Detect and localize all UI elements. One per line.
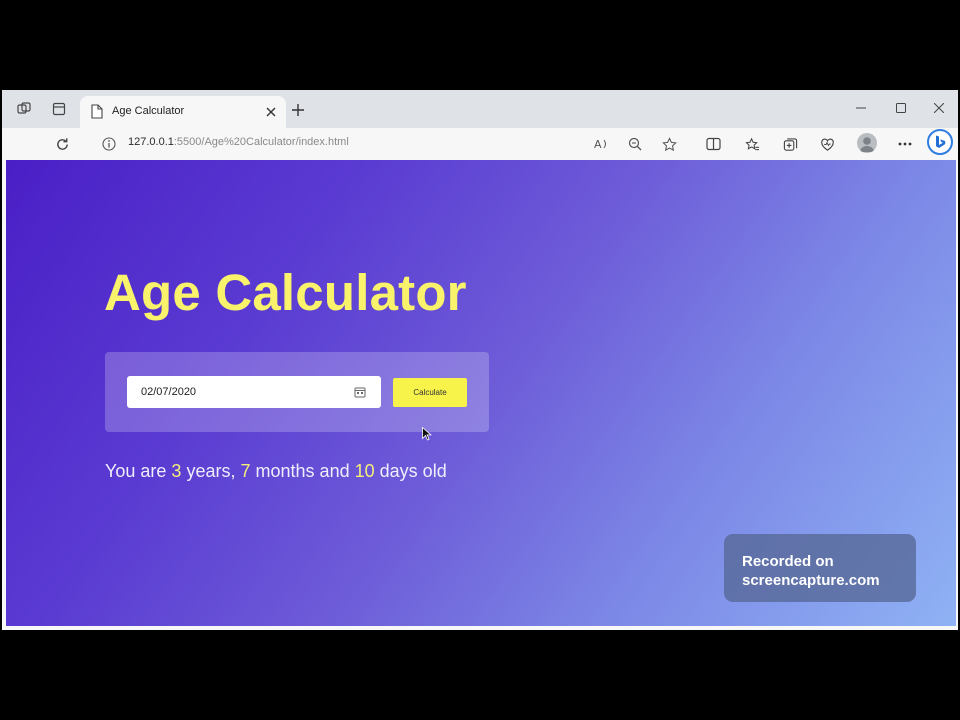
close-tab-icon[interactable] — [262, 103, 280, 121]
result-months: 7 — [240, 461, 251, 481]
tab-age-calculator[interactable]: Age Calculator — [80, 96, 286, 128]
result-days-label: days old — [379, 461, 447, 481]
calculate-button[interactable]: Calculate — [393, 378, 467, 407]
site-info-icon[interactable] — [100, 135, 118, 153]
url-host: 127.0.0.1 — [128, 136, 174, 148]
address-bar-row: 127.0.0.1:5500/Age%20Calculator/index.ht… — [2, 128, 958, 160]
result-years-label: years, — [186, 461, 236, 481]
age-result: You are 3 years, 7 months and 10 days ol… — [105, 461, 447, 482]
more-options-icon[interactable] — [896, 135, 914, 153]
url-path: :5500/Age%20Calculator/index.html — [173, 136, 349, 148]
maximize-icon[interactable] — [890, 98, 912, 118]
tab-title: Age Calculator — [112, 105, 185, 117]
url-field[interactable]: 127.0.0.1:5500/Age%20Calculator/index.ht… — [128, 136, 349, 148]
result-years: 3 — [171, 461, 182, 481]
tab-strip: Age Calculator — [2, 90, 958, 128]
birthdate-value: 02/07/2020 — [141, 386, 197, 398]
minimize-icon[interactable] — [850, 98, 872, 118]
recording-watermark: Recorded on screencapture.com — [724, 534, 916, 602]
result-prefix: You are — [105, 461, 167, 481]
new-tab-icon[interactable] — [288, 100, 308, 120]
zoom-out-icon[interactable] — [626, 135, 644, 153]
collections-icon[interactable] — [781, 135, 799, 153]
watermark-line2: screencapture.com — [742, 572, 880, 589]
tab-actions-icon[interactable] — [50, 100, 68, 118]
read-aloud-icon[interactable]: A — [593, 135, 611, 153]
calendar-icon[interactable] — [354, 385, 368, 399]
browser-essentials-icon[interactable] — [818, 135, 836, 153]
svg-text:A: A — [594, 138, 602, 151]
profile-avatar[interactable] — [857, 133, 877, 153]
watermark-line1: Recorded on — [742, 553, 834, 570]
result-months-label: months and — [255, 461, 350, 481]
input-card: 02/07/2020 Calculate — [105, 352, 489, 432]
split-screen-icon[interactable] — [704, 135, 722, 153]
favorites-icon[interactable] — [743, 135, 761, 153]
refresh-icon[interactable] — [53, 135, 71, 153]
result-days: 10 — [354, 461, 375, 481]
page-title: Age Calculator — [104, 264, 467, 321]
workspaces-icon[interactable] — [15, 100, 33, 118]
close-window-icon[interactable] — [928, 98, 950, 118]
bing-copilot-icon[interactable] — [927, 129, 953, 155]
favorite-star-icon[interactable] — [660, 135, 678, 153]
birthdate-input[interactable]: 02/07/2020 — [127, 376, 381, 408]
page-icon — [91, 104, 103, 124]
mouse-cursor-icon — [422, 426, 433, 446]
